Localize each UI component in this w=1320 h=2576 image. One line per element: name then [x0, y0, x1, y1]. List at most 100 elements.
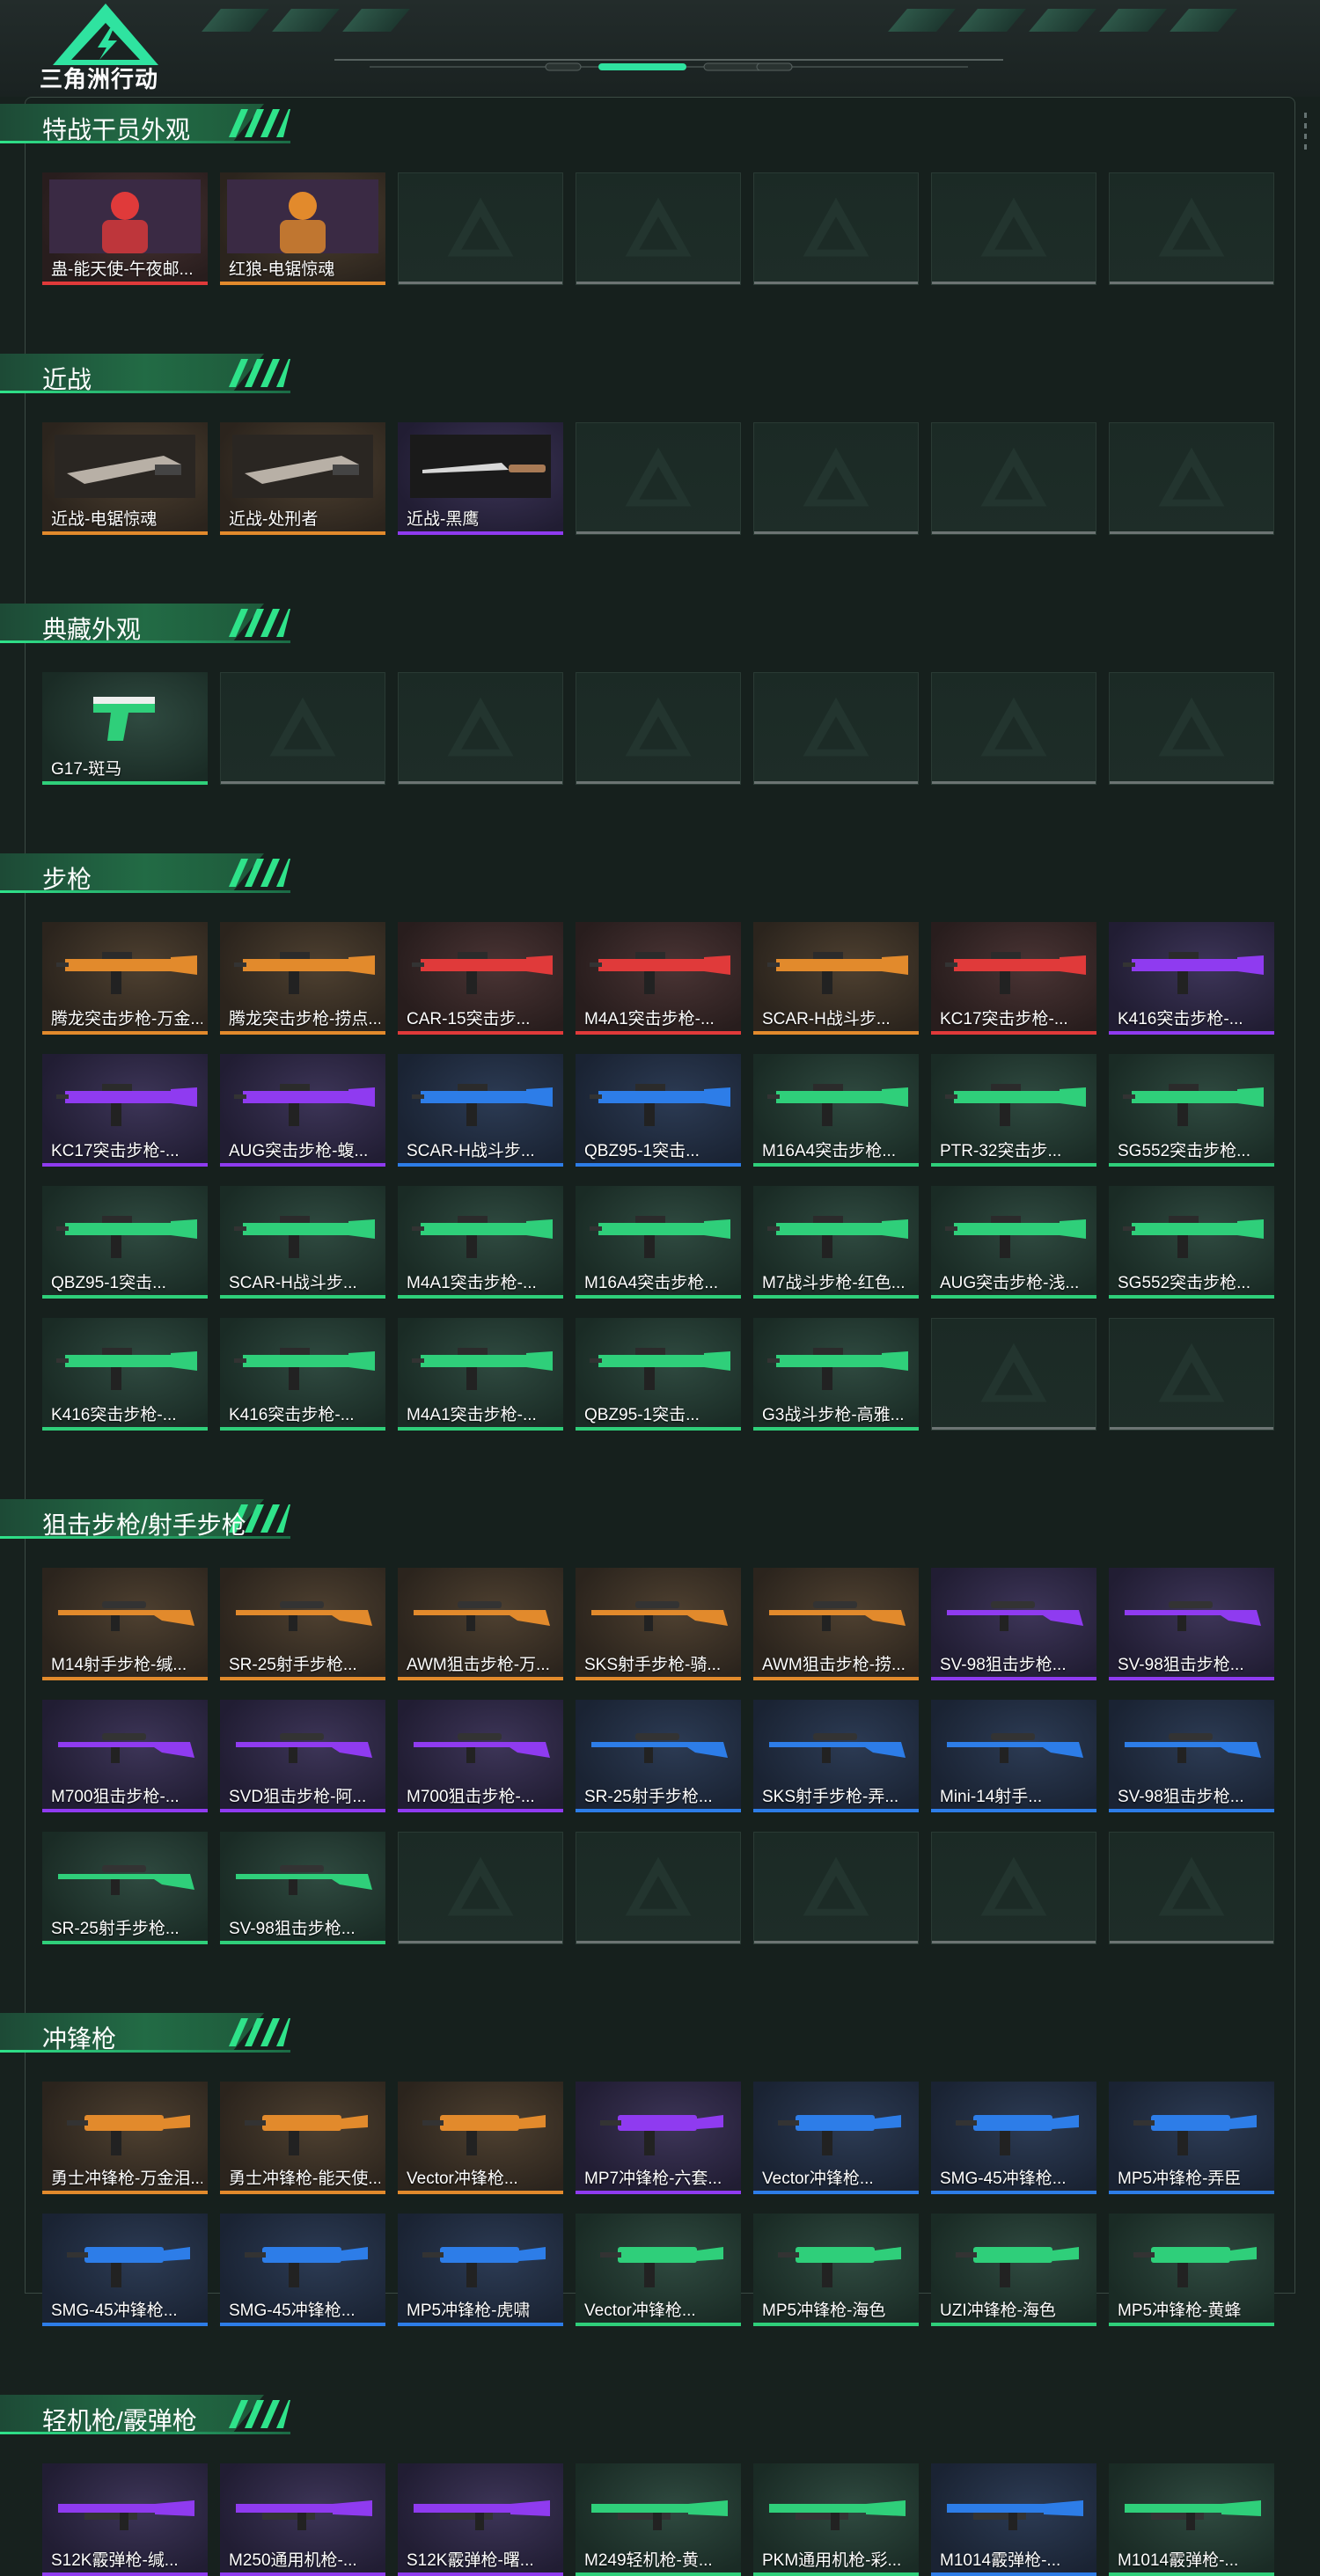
skin-card[interactable]: K416突击步枪-... — [220, 1318, 385, 1431]
rarity-bar — [1109, 1809, 1274, 1812]
skin-card[interactable]: 蛊-能天使-午夜邮... — [42, 172, 208, 285]
skin-card[interactable]: QBZ95-1突击... — [42, 1186, 208, 1299]
scrollbar[interactable] — [1304, 113, 1308, 155]
skin-card[interactable]: CAR-15突击步... — [398, 922, 563, 1035]
skin-name: KC17突击步枪-... — [940, 1010, 1068, 1028]
rarity-bar — [753, 1677, 919, 1680]
header-stripe — [1099, 9, 1167, 32]
rarity-bar — [753, 1031, 919, 1035]
rarity-bar — [398, 1809, 563, 1812]
rifle-icon — [767, 1348, 908, 1390]
skin-card[interactable]: SR-25射手步枪... — [42, 1832, 208, 1944]
skin-card[interactable]: S12K霰弹枪-曙... — [398, 2463, 563, 2576]
skin-card[interactable]: AUG突击步枪-浅... — [931, 1186, 1096, 1299]
skin-card[interactable]: G3战斗步枪-高雅... — [753, 1318, 919, 1431]
skin-card[interactable]: Vector冲锋枪... — [753, 2082, 919, 2194]
sniper-icon — [1125, 1601, 1261, 1631]
skin-card[interactable]: KC17突击步枪-... — [42, 1054, 208, 1167]
skin-card[interactable]: SCAR-H战斗步... — [753, 922, 919, 1035]
skin-card[interactable]: SV-98狙击步枪... — [220, 1832, 385, 1944]
skin-card[interactable]: M16A4突击步枪... — [753, 1054, 919, 1167]
rarity-bar — [931, 1809, 1096, 1812]
skin-card[interactable]: SV-98狙击步枪... — [1109, 1700, 1274, 1812]
skin-card[interactable]: MP7冲锋枪-六套... — [576, 2082, 741, 2194]
skin-card[interactable]: SMG-45冲锋枪... — [931, 2082, 1096, 2194]
skin-card[interactable]: MP5冲锋枪-海色 — [753, 2214, 919, 2326]
skin-card[interactable]: SV-98狙击步枪... — [1109, 1568, 1274, 1680]
rarity-bar — [576, 2572, 741, 2576]
empty-slot — [1109, 172, 1274, 285]
skin-card[interactable]: 近战-处刑者 — [220, 422, 385, 535]
skin-card[interactable]: M1014霰弹枪-... — [931, 2463, 1096, 2576]
skin-name: M4A1突击步枪-... — [407, 1406, 537, 1424]
skin-card[interactable]: K416突击步枪-... — [1109, 922, 1274, 1035]
skin-card[interactable]: PTR-32突击步... — [931, 1054, 1096, 1167]
skin-card[interactable]: QBZ95-1突击... — [576, 1318, 741, 1431]
skin-card[interactable]: 红狼-电锯惊魂 — [220, 172, 385, 285]
skin-card[interactable]: M4A1突击步枪-... — [576, 922, 741, 1035]
rarity-bar — [42, 1941, 208, 1944]
skin-card[interactable]: M1014霰弹枪-... — [1109, 2463, 1274, 2576]
skin-card[interactable]: AWM狙击步枪-捞... — [753, 1568, 919, 1680]
skin-card[interactable]: SG552突击步枪... — [1109, 1186, 1274, 1299]
placeholder-delta-icon — [447, 197, 514, 257]
skin-card[interactable]: K416突击步枪-... — [42, 1318, 208, 1431]
skin-card[interactable]: Vector冲锋枪... — [576, 2214, 741, 2326]
rarity-bar — [42, 2191, 208, 2194]
skin-card[interactable]: 腾龙突击步枪-捞点... — [220, 922, 385, 1035]
skin-card[interactable]: M700狙击步枪-... — [398, 1700, 563, 1812]
rarity-bar — [42, 1427, 208, 1431]
skin-card[interactable]: M249轻机枪-黄... — [576, 2463, 741, 2576]
skin-card[interactable]: MP5冲锋枪-黄蜂 — [1109, 2214, 1274, 2326]
skin-card[interactable]: SVD狙击步枪-阿... — [220, 1700, 385, 1812]
skin-card[interactable]: SKS射手步枪-弄... — [753, 1700, 919, 1812]
skin-card[interactable]: M700狙击步枪-... — [42, 1700, 208, 1812]
skin-card[interactable]: AUG突击步枪-蝮... — [220, 1054, 385, 1167]
skin-card[interactable]: 近战-电锯惊魂 — [42, 422, 208, 535]
skin-card[interactable]: 勇士冲锋枪-能天使... — [220, 2082, 385, 2194]
skin-card[interactable]: S12K霰弹枪-缄... — [42, 2463, 208, 2576]
skin-card[interactable]: SR-25射手步枪... — [220, 1568, 385, 1680]
skin-card[interactable]: Mini-14射手... — [931, 1700, 1096, 1812]
rifle-icon — [412, 1216, 553, 1258]
skin-name: Vector冲锋枪... — [762, 2170, 874, 2188]
skin-card[interactable]: SV-98狙击步枪... — [931, 1568, 1096, 1680]
skin-card[interactable]: SCAR-H战斗步... — [220, 1186, 385, 1299]
skin-name: SG552突击步枪... — [1118, 1142, 1250, 1160]
skin-card[interactable]: SCAR-H战斗步... — [398, 1054, 563, 1167]
skin-card[interactable]: SR-25射手步枪... — [576, 1700, 741, 1812]
skin-card[interactable]: M4A1突击步枪-... — [398, 1318, 563, 1431]
rarity-bar — [931, 1031, 1096, 1035]
empty-slot — [1109, 1318, 1274, 1431]
skin-card[interactable]: M16A4突击步枪... — [576, 1186, 741, 1299]
header-stripes-icon — [229, 359, 290, 387]
sniper-icon — [58, 1733, 194, 1763]
skin-card[interactable]: UZI冲锋枪-海色 — [931, 2214, 1096, 2326]
skin-card[interactable]: MP5冲锋枪-虎啸 — [398, 2214, 563, 2326]
skin-card[interactable]: KC17突击步枪-... — [931, 922, 1096, 1035]
skin-card[interactable]: M4A1突击步枪-... — [398, 1186, 563, 1299]
skin-card[interactable]: 腾龙突击步枪-万金... — [42, 922, 208, 1035]
skin-card[interactable]: 近战-黑鹰 — [398, 422, 563, 535]
skin-card[interactable]: SMG-45冲锋枪... — [42, 2214, 208, 2326]
rarity-bar — [220, 2572, 385, 2576]
skin-card[interactable]: PKM通用机枪-彩... — [753, 2463, 919, 2576]
skin-card[interactable]: QBZ95-1突击... — [576, 1054, 741, 1167]
skin-card[interactable]: SKS射手步枪-骑... — [576, 1568, 741, 1680]
skin-card[interactable]: SG552突击步枪... — [1109, 1054, 1274, 1167]
skin-card[interactable]: G17-斑马 — [42, 672, 208, 785]
skin-card[interactable]: Vector冲锋枪... — [398, 2082, 563, 2194]
skin-card[interactable]: M14射手步枪-缄... — [42, 1568, 208, 1680]
skin-card[interactable]: SMG-45冲锋枪... — [220, 2214, 385, 2326]
empty-bar — [754, 282, 918, 284]
skin-card[interactable]: M250通用机枪-... — [220, 2463, 385, 2576]
skin-name: KC17突击步枪-... — [51, 1142, 180, 1160]
rifle-icon — [590, 1348, 730, 1390]
smg-icon — [245, 2247, 368, 2287]
rarity-bar — [42, 2572, 208, 2576]
skin-card[interactable]: MP5冲锋枪-弄臣 — [1109, 2082, 1274, 2194]
skin-card[interactable]: M7战斗步枪-红色... — [753, 1186, 919, 1299]
empty-bar — [576, 531, 740, 534]
skin-card[interactable]: AWM狙击步枪-万... — [398, 1568, 563, 1680]
skin-card[interactable]: 勇士冲锋枪-万金泪... — [42, 2082, 208, 2194]
